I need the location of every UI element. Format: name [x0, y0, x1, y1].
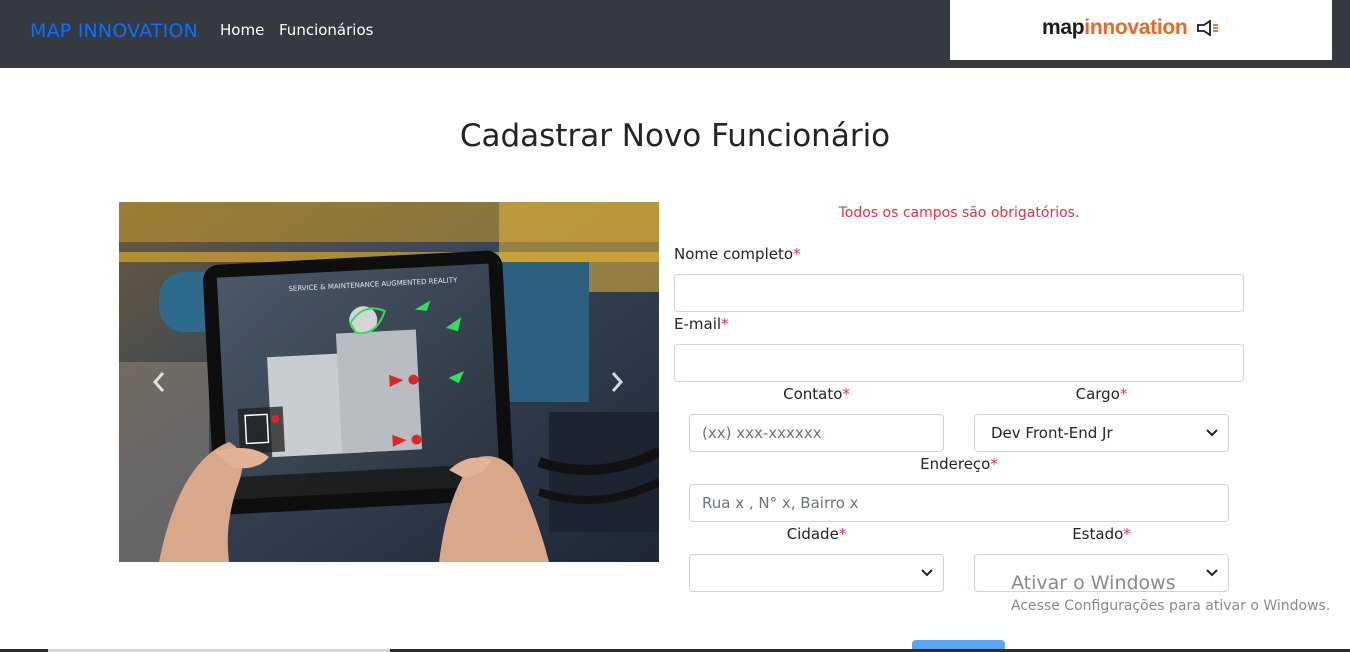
nav-link-home[interactable]: Home — [220, 21, 264, 39]
email-input[interactable] — [674, 344, 1244, 382]
cargo-selected-value: Dev Front-End Jr — [991, 424, 1113, 442]
windows-activation-title: Ativar o Windows — [1011, 572, 1176, 594]
contato-label: Contato* — [783, 385, 850, 403]
endereco-input[interactable] — [689, 484, 1229, 522]
nome-label: Nome completo* — [674, 245, 801, 263]
carousel-next-button[interactable] — [602, 367, 632, 397]
megaphone-icon — [1197, 20, 1218, 37]
chevron-down-icon — [1206, 569, 1218, 577]
cidade-select[interactable] — [689, 554, 944, 592]
nome-input[interactable] — [674, 274, 1244, 312]
carousel-prev-button[interactable] — [144, 367, 174, 397]
chevron-left-icon — [152, 372, 165, 392]
chevron-down-icon — [1206, 429, 1218, 437]
contato-input[interactable] — [689, 414, 944, 452]
cargo-label: Cargo* — [1075, 385, 1128, 403]
cargo-select[interactable]: Dev Front-End Jr — [974, 414, 1229, 452]
brand-link[interactable]: MAP INNOVATION — [30, 20, 198, 42]
email-label: E-mail* — [674, 315, 729, 333]
estado-label: Estado* — [1072, 525, 1131, 543]
chevron-down-icon — [921, 569, 933, 577]
nav-link-funcionarios[interactable]: Funcionários — [279, 21, 373, 39]
page-title: Cadastrar Novo Funcionário — [459, 118, 891, 154]
chevron-right-icon — [611, 372, 624, 392]
endereco-label: Endereço* — [920, 455, 998, 473]
logo-container: mapinnovation — [950, 0, 1332, 60]
map-innovation-logo: mapinnovation — [1042, 16, 1220, 40]
windows-activation-subtitle: Acesse Configurações para ativar o Windo… — [1011, 598, 1331, 614]
required-fields-note: Todos os campos são obrigatórios. — [838, 205, 1080, 221]
navbar: MAP INNOVATION Home Funcionários mapinno… — [0, 0, 1350, 68]
image-carousel: SERVICE & MAINTENANCE AUGMENTED REALITY — [119, 202, 659, 562]
carousel-slide-image: SERVICE & MAINTENANCE AUGMENTED REALITY — [119, 202, 659, 562]
cidade-label: Cidade* — [786, 525, 847, 543]
